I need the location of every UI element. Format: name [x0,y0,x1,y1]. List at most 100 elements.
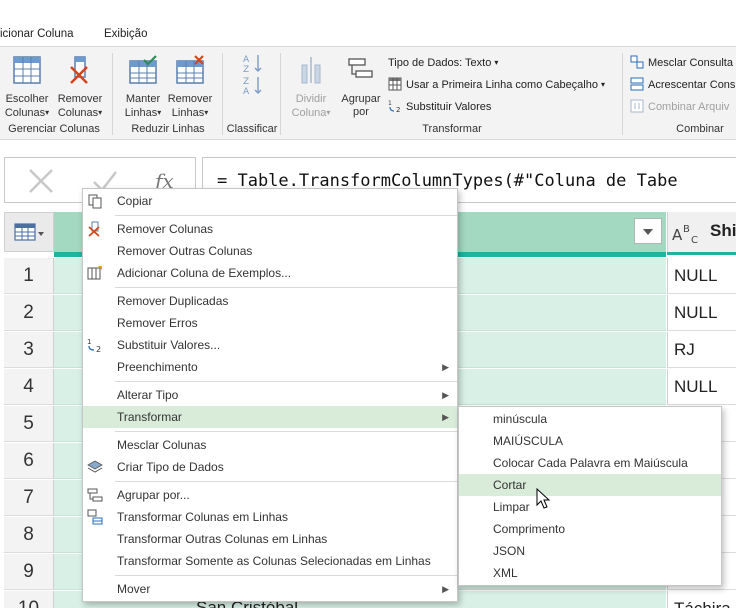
tab-exibicao[interactable]: Exibição [104,28,147,40]
append-queries-button[interactable]: Acrescentar Cons [630,77,735,93]
menu-item-mover[interactable]: Mover ▶ [83,578,457,600]
row-number[interactable]: 3 [4,332,54,368]
menu-label-mesclar-colunas: Mesclar Colunas [117,438,207,452]
table-cell-col2[interactable]: Táchira [667,591,736,608]
table-header-icon [388,77,402,91]
menu-label-mover: Mover [117,582,151,596]
replace-values-label: Substituir Valores [406,101,492,113]
tab-adicionar-coluna[interactable]: icionar Coluna [0,28,74,40]
transform-submenu: minúscula MAIÚSCULA Colocar Cada Palavra… [458,406,722,586]
append-queries-label: Acrescentar Cons [648,79,736,91]
submenu-item-cortar[interactable]: Cortar [459,474,721,496]
menu-label-transformar-outras-linhas: Transformar Outras Colunas em Linhas [117,532,328,546]
combine-files-button[interactable]: Combinar Arquiv [630,99,729,115]
chevron-down-icon [643,229,653,235]
table-cell-col2[interactable]: NULL [667,369,736,405]
row-number[interactable]: 7 [4,480,54,516]
menu-item-mesclar-colunas[interactable]: Mesclar Colunas [83,434,457,456]
remove-columns-label-2: Colunas [57,107,99,119]
menu-item-remover-outras[interactable]: Remover Outras Colunas [83,240,457,262]
column-filter-button[interactable] [634,218,662,244]
split-column-button[interactable]: Dividir Coluna▾ [288,55,334,120]
sort-ascending-icon: A Z [243,55,262,75]
row-number[interactable]: 9 [4,554,54,590]
menu-item-copiar[interactable]: Copiar [83,190,457,212]
keep-rows-button[interactable]: Manter Linhas▾ [120,55,166,120]
remove-rows-button[interactable]: Remover Linhas▾ [166,55,214,120]
row-number[interactable]: 10 [4,591,54,608]
menu-item-criar-tipo[interactable]: Criar Tipo de Dados [83,456,457,478]
table-cell-col2[interactable]: NULL [667,295,736,331]
submenu-item-maiuscula[interactable]: MAIÚSCULA [459,430,721,452]
row-number[interactable]: 1 [4,258,54,294]
menu-item-preenchimento[interactable]: Preenchimento ▶ [83,356,457,378]
sort-descending-button[interactable]: Z A [238,75,268,99]
sort-ascending-button[interactable]: A Z [238,53,268,77]
menu-item-remover-erros[interactable]: Remover Erros [83,312,457,334]
row-number[interactable]: 8 [4,517,54,553]
menu-item-transformar-somente[interactable]: Transformar Somente as Colunas Seleciona… [83,550,457,572]
choose-columns-label-2: Colunas [4,107,46,119]
menu-item-transformar[interactable]: Transformar ▶ [83,406,457,428]
menu-item-adicionar-exemplos[interactable]: Adicionar Coluna de Exemplos... [83,262,457,284]
svg-text:2: 2 [396,106,400,113]
table-menu-button[interactable] [4,212,54,252]
menu-label-transformar-colunas-linhas: Transformar Colunas em Linhas [117,510,288,524]
menu-item-remover-colunas[interactable]: Remover Colunas [83,218,457,240]
submenu-item-json[interactable]: JSON [459,540,721,562]
group-by-label-2: por [353,106,369,118]
submenu-item-xml[interactable]: XML [459,562,721,584]
row-number[interactable]: 5 [4,406,54,442]
svg-text:2: 2 [96,345,101,353]
svg-text:A: A [672,226,683,244]
submenu-item-comprimento[interactable]: Comprimento [459,518,721,540]
table-cell-col2[interactable]: RJ [667,332,736,368]
data-type-label: Tipo de Dados: Texto [388,57,492,69]
submenu-item-colocar-cada[interactable]: Colocar Cada Palavra em Maiúscula [459,452,721,474]
use-first-row-headers-button[interactable]: Usar a Primeira Linha como Cabeçalho ▾ [388,77,605,93]
choose-columns-button[interactable]: Escolher Colunas▾ [2,55,52,120]
group-by-label-1: Agrupar [341,93,381,105]
group-separator [112,53,113,135]
row-number[interactable]: 4 [4,369,54,405]
group-by-icon [87,488,103,502]
text-type-icon[interactable]: A B C [672,220,708,246]
menu-item-transformar-colunas-linhas[interactable]: Transformar Colunas em Linhas [83,506,457,528]
menu-separator [115,287,457,288]
replace-values-button[interactable]: 1 2 Substituir Valores [388,99,491,115]
ribbon-tabbar: icionar Coluna Exibição [0,0,736,46]
merge-queries-button[interactable]: Mesclar Consulta [630,55,733,71]
cancel-icon[interactable] [27,168,55,194]
menu-separator [115,431,457,432]
submenu-item-minuscula[interactable]: minúscula [459,408,721,430]
group-by-button[interactable]: Agrupar por [338,55,384,119]
column-header-2[interactable]: A B C Shi [667,212,736,252]
menu-label-alterar-tipo: Alterar Tipo [117,388,179,402]
remove-columns-button[interactable]: Remover Colunas▾ [54,55,106,120]
group-label-classificar: Classificar [226,123,278,135]
remove-rows-icon [176,55,204,84]
copy-icon [88,194,102,209]
menu-item-alterar-tipo[interactable]: Alterar Tipo ▶ [83,384,457,406]
menu-label-remover-duplicadas: Remover Duplicadas [117,294,229,308]
choose-columns-label-1: Escolher [5,93,49,105]
menu-label-copiar: Copiar [117,194,153,208]
menu-item-agrupar-por[interactable]: Agrupar por... [83,484,457,506]
row-number[interactable]: 6 [4,443,54,479]
submenu-item-limpar[interactable]: Limpar [459,496,721,518]
menu-item-remover-duplicadas[interactable]: Remover Duplicadas [83,290,457,312]
menu-item-substituir-valores[interactable]: 1 2 Substituir Valores... [83,334,457,356]
menu-item-transformar-outras-linhas[interactable]: Transformar Outras Colunas em Linhas [83,528,457,550]
table-cell-col2[interactable]: NULL [667,258,736,294]
menu-label-substituir-valores: Substituir Valores... [117,338,221,352]
replace-values-icon: 1 2 [388,100,400,113]
menu-label-remover-erros: Remover Erros [117,316,198,330]
remove-column-icon [88,221,100,237]
group-label-transformar: Transformar [422,123,482,135]
group-label-combinar: Combinar [676,123,724,135]
menu-label-preenchimento: Preenchimento [117,360,198,374]
remove-rows-label-2: Linhas [171,107,205,119]
row-number[interactable]: 2 [4,295,54,331]
caret-down-icon: ▾ [98,108,103,117]
data-type-dropdown[interactable]: Tipo de Dados: Texto ▾ [388,55,498,71]
